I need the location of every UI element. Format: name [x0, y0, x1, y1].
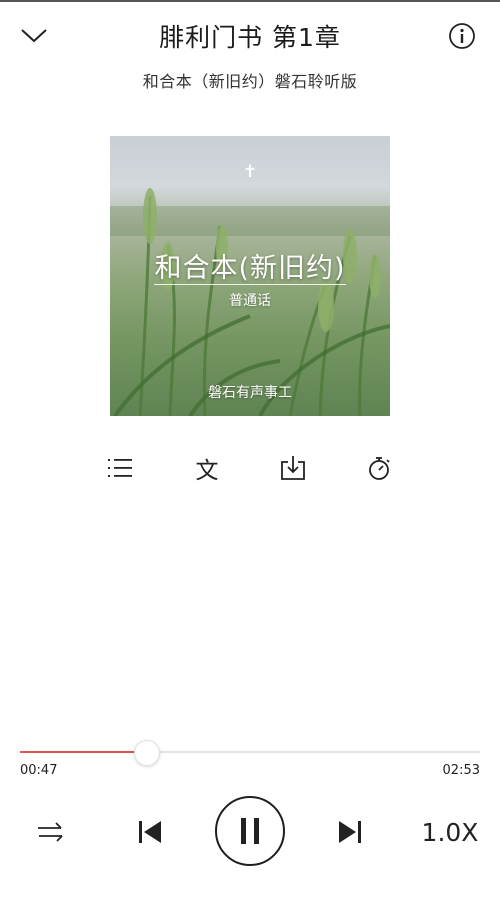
cover-divider: [154, 284, 346, 285]
current-time: 00:47: [20, 763, 58, 778]
repeat-mode-icon: [38, 822, 63, 842]
pause-button[interactable]: [215, 796, 285, 866]
cover-publisher: 磐石有声事工: [208, 385, 292, 401]
player-controls: 1.0X: [0, 796, 500, 868]
previous-icon: [139, 821, 161, 843]
cover-language: 普通话: [229, 293, 271, 309]
playlist-icon: [108, 459, 132, 477]
download-button[interactable]: [273, 450, 313, 486]
cover-title: 和合本(新旧约): [154, 253, 346, 284]
text-button[interactable]: 文: [187, 450, 227, 486]
page-title: 腓利门书 第1章: [159, 23, 341, 52]
top-divider: [0, 0, 500, 2]
repeat-mode-button[interactable]: [30, 814, 70, 850]
progress-thumb[interactable]: [134, 740, 160, 766]
cross-symbol: ✝: [242, 162, 258, 182]
tool-bar: 文: [0, 450, 500, 490]
next-button[interactable]: [330, 814, 370, 850]
text-icon: 文: [195, 458, 219, 484]
download-icon: [281, 456, 305, 480]
header: 腓利门书 第1章: [0, 14, 500, 58]
playlist-button[interactable]: [100, 450, 140, 486]
pause-icon: [241, 818, 259, 844]
album-cover: ✝ 和合本(新旧约) 普通话 磐石有声事工: [110, 136, 390, 416]
timer-icon: [369, 457, 390, 480]
page-subtitle: 和合本（新旧约）磐石聆听版: [142, 72, 358, 91]
next-icon: [339, 821, 361, 843]
progress-fill: [20, 751, 147, 753]
collapse-button[interactable]: [14, 16, 54, 56]
info-icon: [449, 23, 475, 49]
total-time: 02:53: [442, 763, 480, 778]
timer-button[interactable]: [360, 450, 400, 486]
speed-button[interactable]: 1.0X: [412, 814, 488, 850]
info-button[interactable]: [442, 16, 482, 56]
progress-slider[interactable]: [20, 740, 480, 766]
previous-button[interactable]: [130, 814, 170, 850]
chevron-down-icon: [21, 29, 47, 43]
